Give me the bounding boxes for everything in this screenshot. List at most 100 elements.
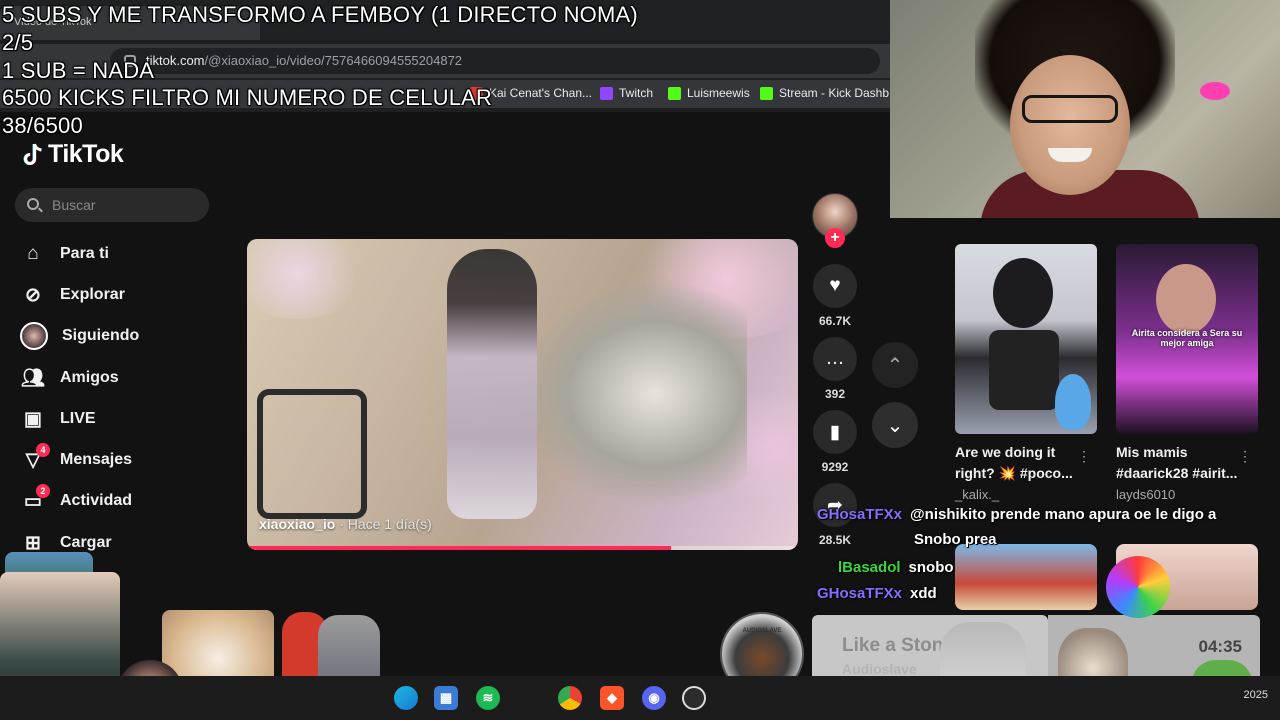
more-options-icon[interactable]: ⋮ [1238,448,1252,465]
heart-icon[interactable]: ♥ [813,264,857,308]
clown-sticker [1106,556,1170,618]
home-icon: ⌂ [27,243,39,264]
song-title: Like a Stone [842,635,954,656]
messages-icon: ▽ 4 [20,443,50,473]
follow-button[interactable]: + [825,228,845,248]
album-label: AUDIOSLAVE [742,628,782,634]
tiktok-logo[interactable]: TikTok [22,140,124,169]
chat-message: GHosaTFXx xdd [817,585,937,602]
kick-icon [668,86,681,100]
video-author[interactable]: xiaoxiao_io [259,516,335,532]
bookmark-label: Twitch [619,86,654,100]
video-player[interactable]: xiaoxiao_io · Hace 1 día(s) [247,239,798,550]
save-action[interactable]: ▮ 9292 [813,410,857,474]
chat-username: GHosaTFXx [817,585,903,602]
bookmark-label: Stream - Kick Dashb... [779,86,900,100]
chat-text: xdd [910,585,937,602]
sidebar-item-para-ti[interactable]: ⌂ Para ti [20,239,109,269]
chevron-up-icon: ⌃ [886,354,904,377]
streamer-face [1010,55,1130,195]
chevron-down-icon: ⌄ [886,414,904,437]
helmet-shape [993,258,1053,328]
activity-badge: 2 [36,484,50,498]
sidebar-item-label: Mensajes [60,451,133,468]
card-thumbnail[interactable] [955,244,1097,434]
sidebar-item-siguiendo[interactable]: Siguiendo [20,321,139,351]
pocoyo-shape [1055,374,1091,430]
like-action[interactable]: ♥ 66.7K [813,264,857,328]
previous-video-button[interactable]: ⌃ [872,342,918,388]
brave-icon[interactable]: ◆ [600,686,624,710]
twitch-icon [600,86,613,100]
sidebar-item-label: Siguiendo [62,327,140,344]
figure-shape [989,330,1059,410]
share-count: 28.5K [818,533,852,547]
card-title[interactable]: Are we doing it right? 💥 #poco... [955,442,1097,484]
search-icon [27,198,39,210]
save-count: 9292 [821,460,849,474]
chat-username: GHosaTFXx [817,506,903,523]
search-input[interactable]: Buscar [15,188,209,222]
recommended-card[interactable]: Are we doing it right? 💥 #poco... _kalix… [955,244,1097,502]
card-author[interactable]: _kalix._ [955,487,1097,502]
chat-username: lBasadol [838,559,901,576]
more-options-icon[interactable]: ⋮ [1077,448,1091,465]
mural-flower [247,239,367,319]
sidebar-item-label: Explorar [60,286,125,303]
sidebar-item-live[interactable]: ▣ LIVE [20,404,96,434]
tiktok-note-icon [23,143,42,165]
comment-icon[interactable]: … [813,337,857,381]
live-icon: ▣ [24,408,42,430]
search-placeholder: Buscar [52,197,96,213]
activity-icon: ▭ 2 [20,484,50,514]
next-video-button[interactable]: ⌄ [872,402,918,448]
card-title[interactable]: Mis mamis #daarick28 #airit... [1116,442,1258,484]
bookmark-icon[interactable]: ▮ [813,410,857,454]
sidebar-item-amigos[interactable]: 👥︎ Amigos [20,363,119,393]
song-time: 04:35 [1198,637,1242,656]
chat-message: lBasadol snobo [838,559,954,576]
card-thumbnail[interactable]: Airita considera a Sera su mejor amiga [1116,244,1258,434]
windows-taskbar: ▦ ≋ ◆ ◉ 2025 [0,676,1280,720]
bookmark-luismeewis[interactable]: Luismeewis [668,86,750,100]
sidebar-item-explorar[interactable]: ⊘ Explorar [20,280,125,310]
chat-message: Snobo prea [914,531,997,548]
discord-icon[interactable]: ◉ [642,686,666,710]
streamer-webcam [890,0,1280,218]
system-clock[interactable]: 2025 [1244,689,1268,701]
video-progress-bar[interactable] [247,546,798,550]
sidebar-item-label: Actividad [60,492,133,509]
sidebar-item-mensajes[interactable]: ▽ 4 Mensajes [20,443,133,475]
url-field[interactable]: tiktok.com/@xiaoxiao_io/video/7576466094… [110,48,880,74]
exercise-bike [257,389,367,519]
obs-icon[interactable] [682,686,706,710]
overlay-goal-line: 5 SUBS Y ME TRANSFORMO A FEMBOY (1 DIREC… [2,2,638,27]
tiktok-wordmark: TikTok [48,140,124,168]
messages-badge: 4 [36,443,50,457]
following-avatar-icon [20,322,48,350]
spotify-icon[interactable]: ≋ [476,686,500,710]
sidebar-item-label: Cargar [60,534,112,551]
chat-text: Snobo prea [914,531,997,548]
overlay-kicks-progress: 38/6500 [2,113,83,138]
chrome-icon[interactable] [558,686,582,710]
bookmark-label: Kai Cenat's Chan... [489,86,593,100]
video-caption: xiaoxiao_io · Hace 1 día(s) [259,516,432,532]
recommended-card-thumbnail[interactable] [955,544,1097,610]
friends-icon: 👥︎ [20,368,46,389]
sidebar-item-label: Para ti [60,245,109,262]
glasses-shape [1022,95,1118,123]
recommended-card[interactable]: Airita considera a Sera su mejor amiga M… [1116,244,1258,502]
sidebar-item-actividad[interactable]: ▭ 2 Actividad [20,484,133,516]
comment-action[interactable]: … 392 [813,337,857,401]
edge-icon[interactable] [394,686,418,710]
card-author[interactable]: layds6010 [1116,487,1258,502]
store-icon[interactable]: ▦ [434,686,458,710]
bookmark-twitch[interactable]: Twitch [600,86,653,100]
video-progress-fill [247,546,672,550]
bookmark-kick-dashboard[interactable]: Stream - Kick Dashb... [760,86,899,100]
chat-text: @nishikito prende mano apura oe le digo … [910,506,1217,523]
video-subject [447,249,537,519]
url-host: tiktok.com [146,53,205,68]
chat-text: snobo [908,559,954,576]
